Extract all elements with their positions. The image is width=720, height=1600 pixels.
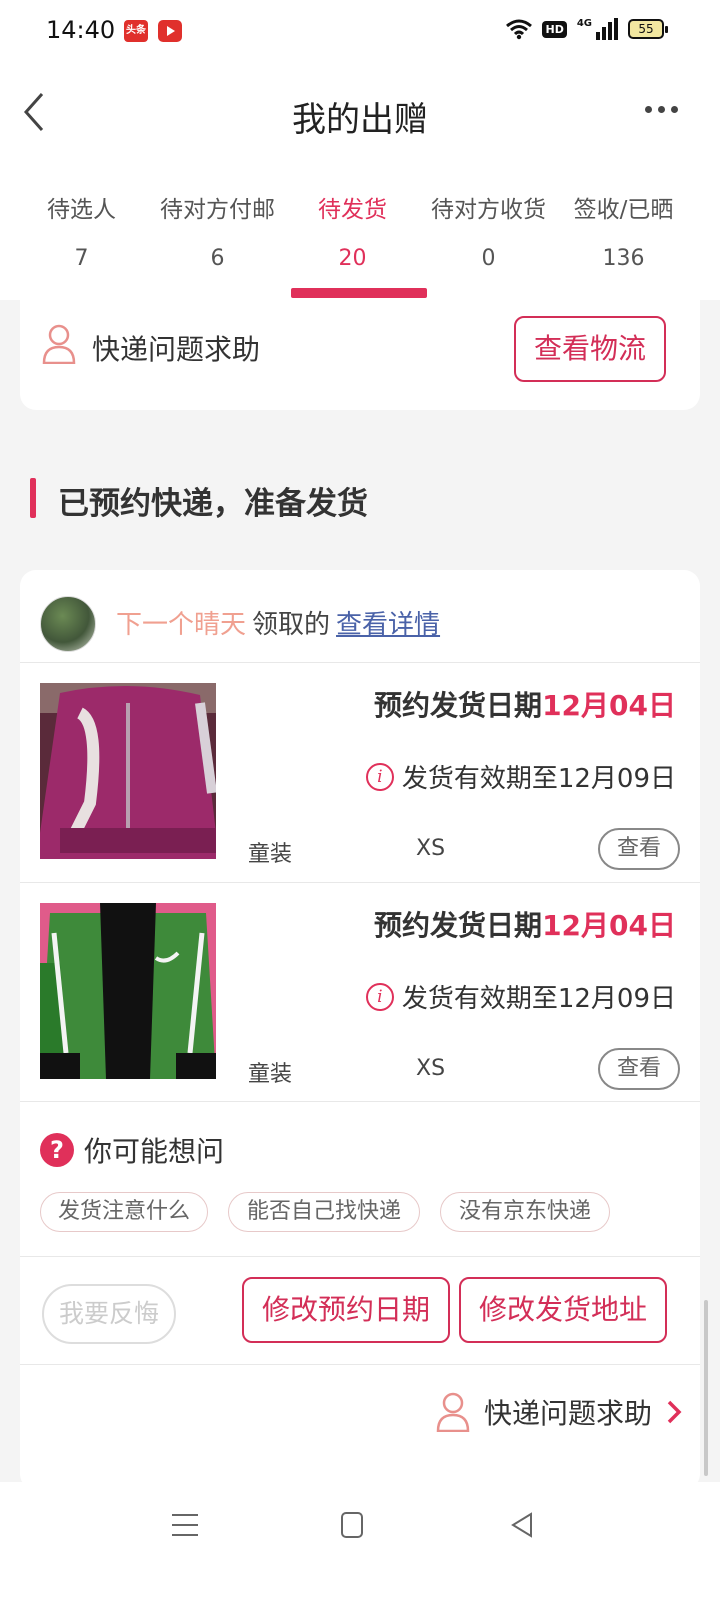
signal-icon (596, 18, 618, 40)
status-tabs: 待选人 7 待对方付邮 6 待发货 20 待对方收货 0 签收/已晒 136 (0, 160, 720, 300)
express-help-label[interactable]: 快递问题求助 (92, 328, 260, 368)
tab-count: 6 (210, 246, 225, 271)
ship-date-value: 12月04日 (542, 909, 676, 942)
item-category: 童装 (248, 1062, 293, 1087)
tab-label: 待发货 (318, 197, 387, 223)
tab-pending-receipt[interactable]: 待对方收货 0 (421, 190, 556, 271)
view-details-link[interactable]: 查看详情 (336, 610, 440, 640)
tab-label: 待选人 (47, 197, 116, 223)
faq-chip[interactable]: 能否自己找快递 (228, 1192, 420, 1232)
video-app-icon (158, 20, 182, 42)
person-icon (436, 1392, 470, 1432)
tab-label: 待对方付邮 (160, 197, 275, 223)
more-icon[interactable] (645, 106, 678, 113)
hd-icon: HD (542, 20, 567, 38)
info-icon[interactable]: i (365, 762, 394, 791)
item-size: XS (416, 1056, 446, 1081)
news-app-icon: 头条 (124, 20, 148, 42)
tab-pending-select[interactable]: 待选人 7 (14, 190, 149, 271)
tab-count: 0 (481, 246, 496, 271)
home-icon[interactable] (341, 1512, 363, 1538)
status-indicators: HD 4G 55 (506, 18, 668, 40)
section-title: 已预约快递，准备发货 (58, 486, 368, 522)
item-image-green-hoodie[interactable] (40, 903, 216, 1079)
tab-count: 136 (602, 246, 645, 271)
previous-order-card: 快递问题求助 查看物流 (20, 300, 700, 410)
regret-button[interactable]: 我要反悔 (42, 1284, 176, 1344)
menu-icon[interactable] (172, 1514, 198, 1536)
express-help-row[interactable]: 快递问题求助 (436, 1392, 682, 1432)
change-date-button[interactable]: 修改预约日期 (242, 1277, 450, 1343)
faq-chip[interactable]: 发货注意什么 (40, 1192, 208, 1232)
chevron-right-icon (667, 1400, 682, 1424)
validity-row: i 发货有效期至12月09日 (365, 978, 676, 1015)
item-image-purple-jacket[interactable] (40, 683, 216, 859)
system-nav-bar (0, 1482, 720, 1600)
validity-text: 发货有效期至12月09日 (401, 764, 676, 794)
faq-title: 你可能想问 (84, 1135, 225, 1168)
view-item-button[interactable]: 查看 (598, 1048, 680, 1090)
tab-pending-shipment[interactable]: 待发货 20 (285, 190, 420, 271)
avatar[interactable] (40, 596, 96, 652)
ship-date-value: 12月04日 (542, 689, 676, 722)
change-address-button[interactable]: 修改发货地址 (459, 1277, 667, 1343)
ship-date-label: 预约发货日期 (374, 689, 543, 722)
status-time: 14:40 (46, 16, 116, 44)
section-accent-bar (30, 478, 36, 518)
ship-date: 预约发货日期12月04日 (374, 904, 676, 944)
info-icon[interactable]: i (365, 982, 394, 1011)
active-tab-indicator (291, 288, 427, 298)
network-type: 4G (576, 18, 592, 29)
item-category: 童装 (248, 842, 293, 867)
divider (20, 662, 700, 663)
receiver-row: 下一个晴天 领取的 查看详情 (116, 604, 440, 641)
express-help-label: 快递问题求助 (483, 1397, 652, 1430)
divider (20, 1101, 700, 1102)
tab-count: 20 (338, 246, 367, 271)
view-item-button[interactable]: 查看 (598, 828, 680, 870)
item-size: XS (416, 836, 446, 861)
tab-label: 签收/已晒 (573, 197, 674, 223)
status-bar: 14:40 头条 HD 4G 55 (0, 0, 720, 64)
order-card: 下一个晴天 领取的 查看详情 预约发货日期12月04日 i 发货有效期至12月09日… (20, 570, 700, 1490)
battery-icon: 55 (628, 19, 668, 39)
validity-text: 发货有效期至12月09日 (401, 984, 676, 1014)
question-icon: ? (40, 1133, 74, 1167)
receiver-suffix: 领取的 (252, 610, 331, 640)
receiver-name[interactable]: 下一个晴天 (116, 610, 246, 640)
tab-label: 待对方收货 (431, 197, 546, 223)
tab-count: 7 (74, 246, 89, 271)
wifi-icon (506, 19, 533, 40)
person-icon (42, 324, 76, 364)
divider (20, 1364, 700, 1365)
faq-header: ? 你可能想问 (40, 1130, 224, 1170)
tab-pending-postage[interactable]: 待对方付邮 6 (150, 190, 285, 271)
scrollbar[interactable] (704, 1300, 708, 1476)
ship-date-label: 预约发货日期 (374, 909, 543, 942)
faq-chip[interactable]: 没有京东快递 (440, 1192, 610, 1232)
tab-signed[interactable]: 签收/已晒 136 (556, 190, 691, 271)
back-nav-icon[interactable] (510, 1512, 534, 1538)
page-title: 我的出赠 (292, 100, 428, 140)
view-logistics-button[interactable]: 查看物流 (514, 316, 666, 382)
divider (20, 882, 700, 883)
divider (20, 1256, 700, 1257)
ship-date: 预约发货日期12月04日 (374, 684, 676, 724)
validity-row: i 发货有效期至12月09日 (365, 758, 676, 795)
